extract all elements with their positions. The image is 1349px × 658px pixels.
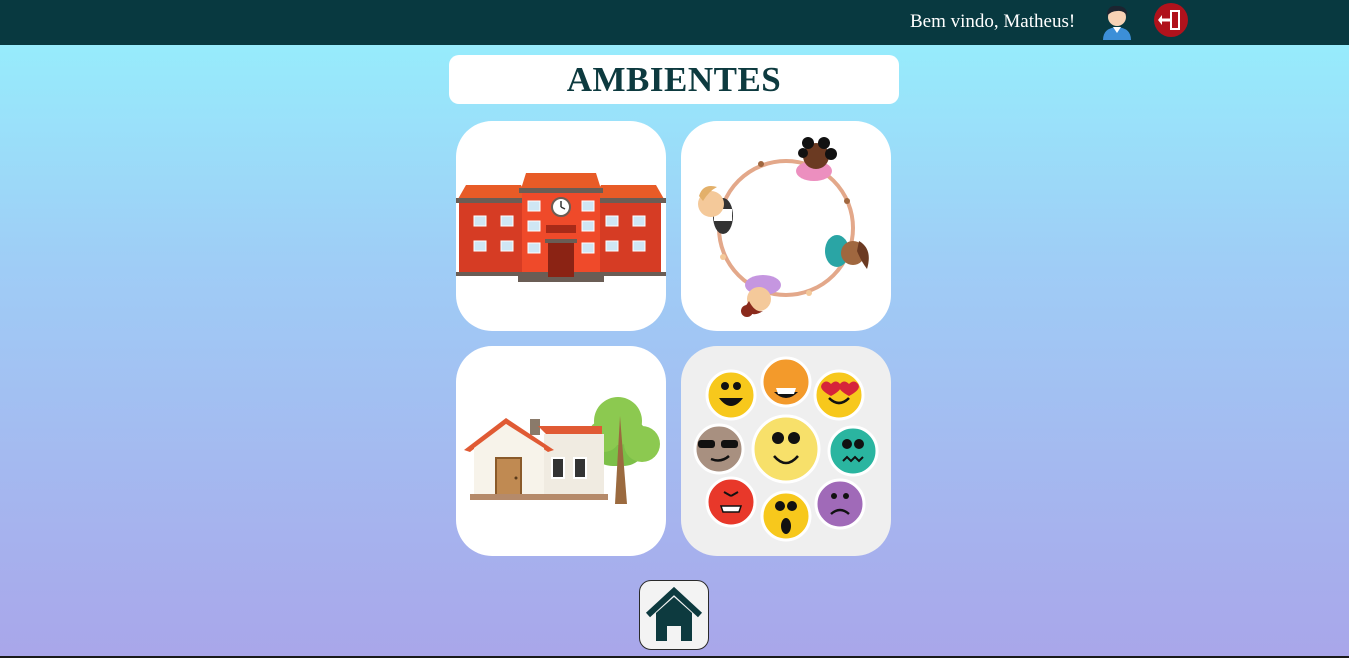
house-icon <box>464 397 660 504</box>
card-social[interactable] <box>681 121 891 331</box>
card-school[interactable] <box>456 121 666 331</box>
home-icon <box>645 586 703 641</box>
user-avatar-icon[interactable] <box>1100 2 1134 40</box>
home-button[interactable] <box>639 580 709 650</box>
page-title: AMBIENTES <box>566 60 782 99</box>
logout-door-icon[interactable] <box>1153 2 1189 38</box>
title-box: AMBIENTES <box>449 55 899 104</box>
welcome-message: Bem vindo, Matheus! <box>910 11 1076 32</box>
card-house[interactable] <box>456 346 666 556</box>
school-building-icon <box>456 173 666 282</box>
emotions-icon <box>693 356 879 542</box>
top-bar: Bem vindo, Matheus! <box>0 0 1349 45</box>
card-emotions[interactable] <box>681 346 891 556</box>
children-circle-icon <box>698 137 869 317</box>
